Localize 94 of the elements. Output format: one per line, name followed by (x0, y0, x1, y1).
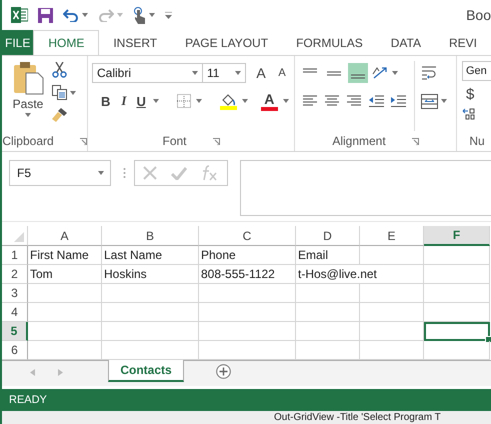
font-size-field[interactable]: 11 (203, 63, 246, 83)
background-window-text: Out-GridView -Title 'Select Program T (274, 412, 441, 423)
caret-icon[interactable] (70, 90, 76, 94)
wrap-text-icon[interactable] (421, 66, 437, 80)
row-header[interactable]: 3 (2, 284, 28, 303)
table-cell: 808-555-1122 (199, 265, 296, 284)
column-header[interactable]: D (296, 226, 360, 246)
ribbon-tab[interactable]: PAGE LAYOUT (171, 30, 282, 55)
excel-logo-icon[interactable] (11, 7, 28, 23)
caret-icon[interactable] (98, 171, 104, 175)
caret-icon[interactable] (242, 99, 248, 103)
caret-icon[interactable] (192, 71, 198, 75)
table-cell: Tom (28, 265, 102, 284)
group-label: Alignment (332, 134, 386, 148)
column-header[interactable]: C (199, 226, 296, 246)
italic-button[interactable]: I (118, 93, 130, 109)
font-color-button[interactable]: A (260, 92, 278, 110)
empty-cell (424, 303, 490, 322)
dialog-launcher-icon[interactable] (212, 138, 220, 144)
file-tab[interactable]: FILE (2, 30, 34, 55)
empty-cell (360, 246, 424, 265)
empty-cell (296, 284, 360, 303)
caret-icon[interactable] (82, 13, 88, 17)
column-header[interactable]: B (102, 226, 199, 246)
empty-cell (360, 303, 424, 322)
window-title: Boo (466, 7, 491, 23)
active-cell[interactable] (424, 322, 490, 341)
text-orientation-icon[interactable] (372, 66, 388, 80)
ribbon-tab[interactable]: INSERT (99, 30, 172, 55)
save-icon[interactable] (38, 8, 53, 22)
formula-field[interactable] (240, 160, 491, 216)
column-header[interactable]: A (28, 226, 102, 246)
dialog-launcher-icon[interactable] (80, 138, 87, 144)
font-name-field[interactable]: Calibri (92, 63, 203, 83)
fill-color-icon[interactable] (220, 92, 237, 110)
status-text: READY (9, 394, 47, 406)
table-cell: Hoskins (102, 265, 199, 284)
caret-icon[interactable] (152, 99, 159, 103)
empty-cell (296, 322, 360, 341)
decimal-icon[interactable] (462, 108, 476, 120)
hand-pointer-icon[interactable] (133, 6, 146, 24)
select-all-button[interactable] (2, 226, 28, 246)
table-cell: Last Name (102, 246, 199, 265)
caret-icon[interactable] (196, 99, 202, 103)
empty-cell (424, 246, 490, 265)
bottom-align-icon[interactable] (348, 63, 368, 83)
group-label: Font (162, 134, 186, 148)
grip-icon (123, 168, 126, 178)
empty-cell (296, 303, 360, 322)
group-label: Clipboard (2, 134, 54, 148)
empty-cell (424, 265, 490, 284)
ribbon-tab[interactable]: DATA (376, 30, 435, 55)
row-header[interactable]: 1 (2, 246, 28, 265)
column-header[interactable]: F (424, 226, 490, 246)
dialog-launcher-icon[interactable] (412, 138, 419, 144)
copy-icon[interactable] (52, 85, 67, 100)
row-header[interactable]: 5 (2, 322, 28, 341)
table-cell: First Name (28, 246, 102, 265)
ribbon-tab[interactable]: REVI (434, 30, 491, 55)
ribbon-tab[interactable]: HOME (33, 30, 100, 55)
table-cell: Email (296, 246, 360, 265)
grow-font-button[interactable]: A (246, 65, 270, 81)
paste-button[interactable]: Paste (12, 61, 44, 117)
empty-cell (360, 322, 424, 341)
bold-button[interactable]: B (98, 94, 114, 108)
name-box[interactable]: F5 (9, 160, 111, 186)
number-format-field[interactable]: Gen (462, 61, 491, 81)
add-sheet-icon[interactable] (216, 364, 231, 379)
checkmark-icon[interactable] (171, 166, 187, 180)
customize-menu-icon[interactable] (165, 12, 172, 18)
table-cell: t-Hos@live.net (296, 265, 424, 284)
caret-icon[interactable] (25, 113, 31, 117)
merge-cells-icon[interactable] (421, 94, 438, 108)
clipboard-icon (12, 61, 44, 95)
shrink-font-button[interactable]: A (270, 67, 290, 79)
empty-cell (360, 284, 424, 303)
caret-icon[interactable] (392, 71, 398, 75)
row-header[interactable]: 2 (2, 265, 28, 284)
caret-icon[interactable] (441, 99, 447, 103)
caret-icon[interactable] (282, 99, 289, 103)
table-cell: Phone (199, 246, 296, 265)
undo-icon[interactable] (63, 8, 79, 22)
group-label: Nu (469, 134, 485, 148)
empty-cell (424, 284, 490, 303)
borders-icon[interactable] (176, 94, 191, 108)
caret-icon[interactable] (149, 13, 155, 17)
ribbon-tab[interactable]: FORMULAS (282, 30, 377, 55)
paintbrush-icon[interactable] (52, 107, 68, 122)
sheet-tab[interactable]: Contacts (108, 360, 184, 382)
corner-triangle-icon (14, 232, 24, 242)
underline-button[interactable]: U (134, 94, 148, 108)
scissors-icon[interactable] (52, 62, 67, 78)
caret-icon[interactable] (235, 71, 241, 75)
currency-button[interactable]: $ (462, 86, 484, 103)
